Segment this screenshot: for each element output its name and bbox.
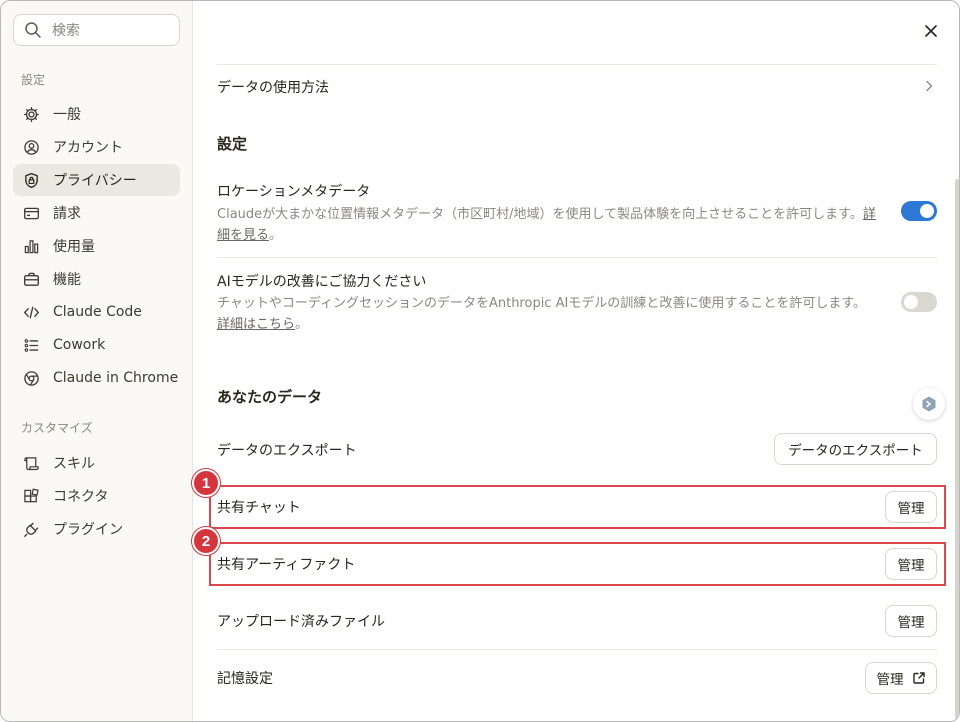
checklist-icon	[24, 338, 39, 352]
hexagon-icon	[922, 396, 936, 412]
sidebar-item-account[interactable]: アカウント	[13, 131, 180, 163]
sidebar-item-label: 請求	[53, 206, 81, 222]
divider	[217, 649, 937, 650]
sidebar-item-features[interactable]: 機能	[13, 263, 180, 295]
sidebar-item-general[interactable]: 一般	[13, 98, 180, 130]
divider	[217, 64, 937, 65]
highlight-box-shared-chats	[209, 485, 946, 529]
gear-icon	[24, 106, 39, 122]
globe-icon	[24, 370, 39, 386]
your-data-heading: あなたのデータ	[217, 388, 323, 406]
floating-assistant-button[interactable]	[913, 388, 945, 420]
uploaded-files-title: アップロード済みファイル	[217, 614, 385, 630]
shield-lock-icon	[25, 172, 38, 188]
sidebar-item-label: 一般	[53, 107, 81, 123]
details-link[interactable]: 詳細はこちら	[217, 317, 295, 332]
sidebar-item-label: 機能	[53, 272, 81, 288]
location-metadata-toggle[interactable]	[901, 201, 937, 221]
manage-memory-button[interactable]: 管理	[865, 662, 937, 694]
sidebar-item-skills[interactable]: スキル	[13, 447, 180, 479]
model-improvement-title: AIモデルの改善にご協力ください	[217, 274, 427, 290]
sidebar-item-privacy[interactable]: プライバシー	[13, 164, 180, 196]
settings-heading: 設定	[217, 135, 248, 153]
sidebar-item-claude-code[interactable]: Claude Code	[13, 296, 180, 328]
plug-icon	[24, 522, 39, 537]
sidebar-item-label: コネクタ	[53, 489, 109, 505]
toggle-knob	[920, 204, 934, 218]
location-metadata-description: Claudeが大まかな位置情報メタデータ（市区町村/地域）を使用して製品体験を向…	[217, 207, 876, 243]
sidebar-item-usage[interactable]: 使用量	[13, 230, 180, 262]
sidebar-item-label: Cowork	[53, 337, 106, 353]
chevron-right-icon	[926, 80, 933, 92]
sidebar-item-label: Claude in Chrome	[53, 370, 179, 386]
section-label-customize: カスタマイズ	[21, 421, 93, 435]
search-placeholder: 検索	[52, 23, 80, 39]
divider	[217, 257, 937, 258]
sidebar-item-label: プラグイン	[53, 522, 123, 538]
section-label-settings: 設定	[21, 73, 46, 87]
search-input[interactable]: 検索	[13, 14, 180, 46]
scrollbar[interactable]	[955, 179, 959, 719]
search-icon	[25, 22, 41, 38]
close-icon	[925, 25, 937, 37]
blocks-icon	[24, 488, 39, 502]
annotation-badge-1: 1	[192, 469, 220, 497]
annotation-badge-2: 2	[192, 527, 220, 555]
user-circle-icon	[24, 139, 39, 155]
external-link-icon	[912, 672, 925, 684]
bar-chart-icon	[24, 239, 39, 253]
sidebar-item-label: 使用量	[53, 239, 95, 255]
sidebar-item-label: アカウント	[53, 140, 123, 156]
sidebar-item-claude-in-chrome[interactable]: Claude in Chrome	[13, 362, 180, 394]
sidebar-item-connectors[interactable]: コネクタ	[13, 480, 180, 512]
model-improvement-description: チャットやコーディングセッションのデータをAnthropic AIモデルの訓練と…	[217, 296, 867, 332]
model-improvement-toggle[interactable]	[901, 292, 937, 312]
export-data-button[interactable]: データのエクスポート	[774, 433, 937, 465]
sidebar-item-label: スキル	[53, 456, 95, 472]
sidebar-item-plugins[interactable]: プラグイン	[13, 513, 180, 545]
credit-card-icon	[24, 207, 39, 219]
privacy-settings-panel: データの使用方法 設定 ロケーションメタデータ Claudeが大まかな位置情報メ…	[194, 1, 959, 721]
manage-uploaded-files-button[interactable]: 管理	[885, 605, 937, 637]
settings-window: 検索 設定 一般 アカウント プライバシー 請求 使用量 機能 Claude C…	[0, 0, 960, 722]
sidebar-item-cowork[interactable]: Cowork	[13, 329, 180, 361]
memory-settings-title: 記憶設定	[217, 671, 273, 687]
highlight-box-shared-artifacts	[209, 542, 946, 586]
scroll-icon	[24, 456, 39, 470]
code-icon	[24, 306, 39, 318]
export-data-title: データのエクスポート	[217, 443, 357, 459]
sidebar: 検索 設定 一般 アカウント プライバシー 請求 使用量 機能 Claude C…	[1, 1, 193, 721]
data-usage-link[interactable]: データの使用方法	[217, 77, 329, 97]
sidebar-item-billing[interactable]: 請求	[13, 197, 180, 229]
location-metadata-title: ロケーションメタデータ	[217, 184, 371, 200]
sidebar-item-label: Claude Code	[53, 304, 142, 320]
toolbox-icon	[24, 272, 39, 286]
toggle-knob	[904, 295, 918, 309]
sidebar-item-label: プライバシー	[53, 173, 137, 189]
close-button[interactable]	[921, 21, 941, 41]
